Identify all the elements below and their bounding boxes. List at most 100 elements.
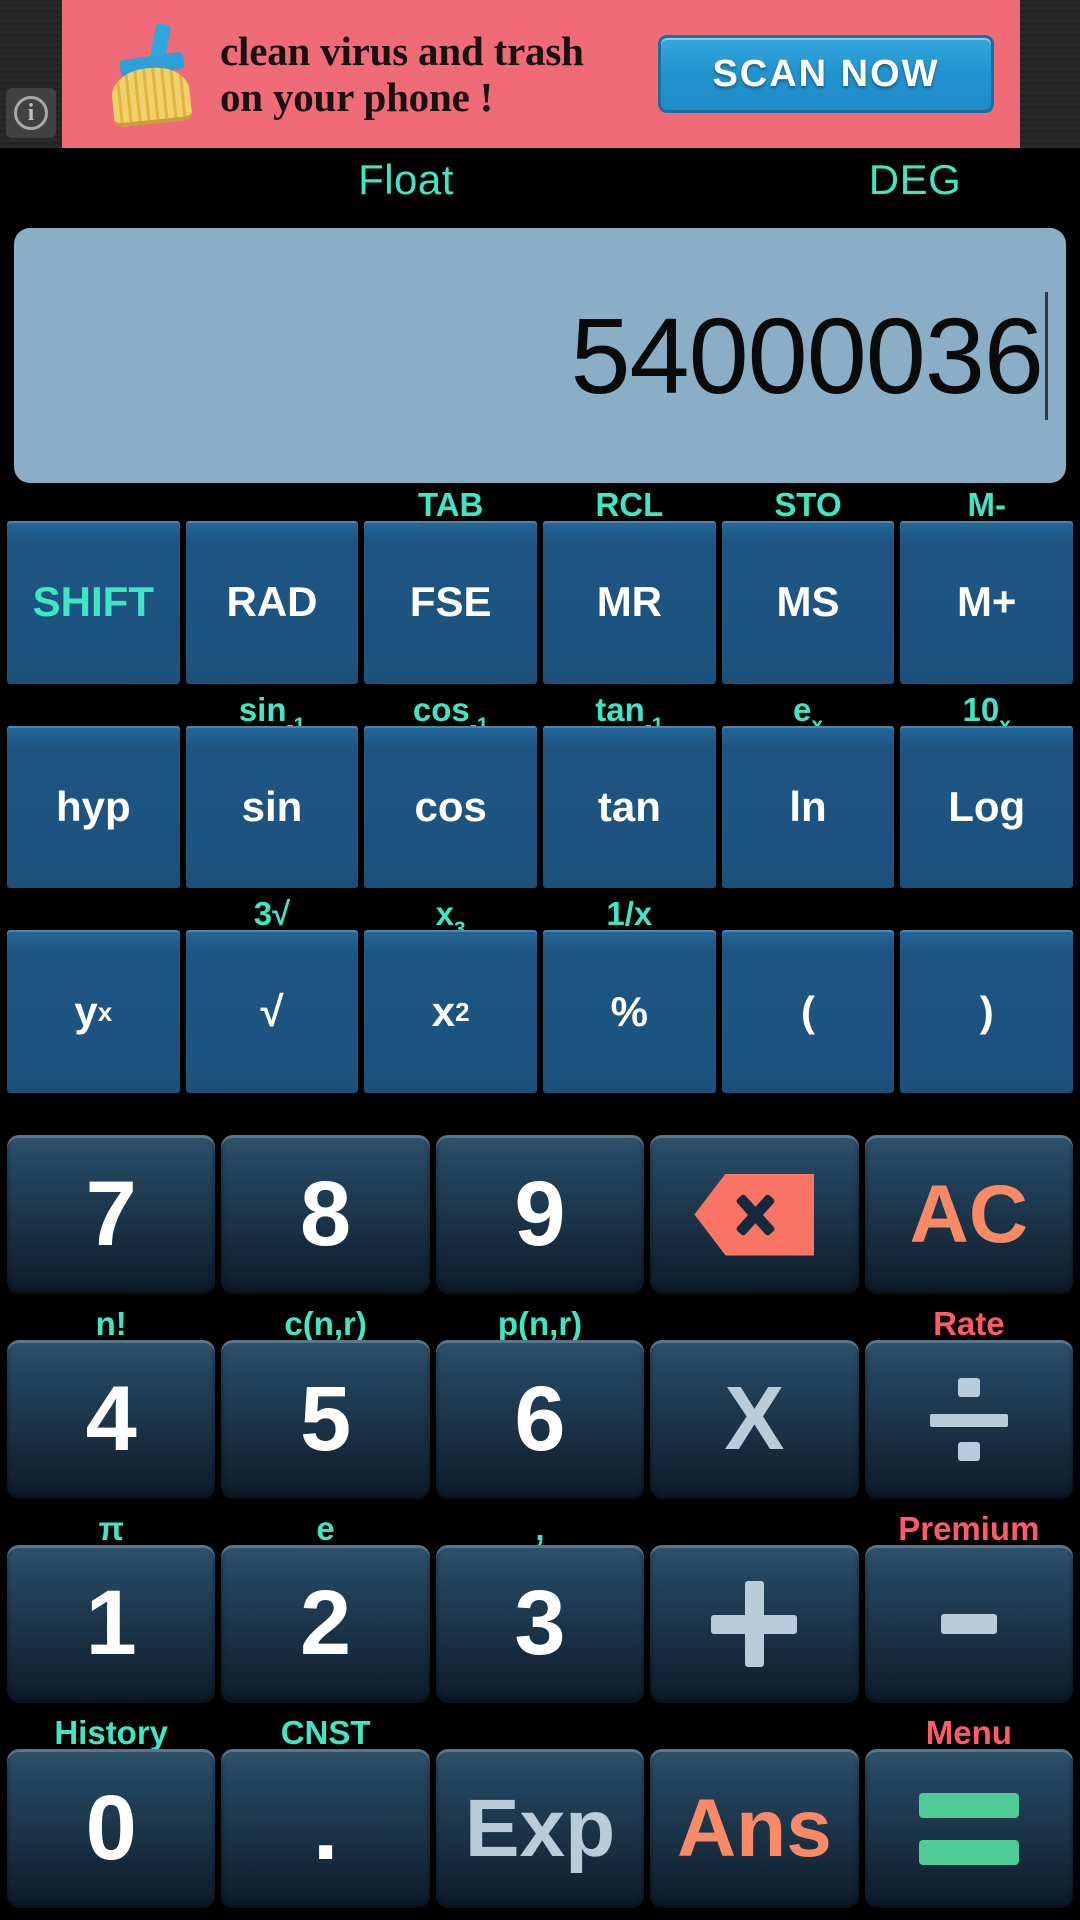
shift-label-empty bbox=[7, 688, 180, 726]
shift-label-percent: 1/x bbox=[606, 895, 653, 933]
shift-label-divide: Rate bbox=[933, 1304, 1005, 1342]
key-all-clear[interactable]: AC bbox=[864, 1135, 1074, 1294]
key-fse[interactable]: FSE bbox=[364, 521, 538, 684]
key-log[interactable]: Log bbox=[900, 725, 1074, 889]
key-ln[interactable]: ln bbox=[721, 725, 895, 889]
key-digit-9[interactable]: 9 bbox=[435, 1135, 645, 1294]
shift-label-tan: tan-1 bbox=[595, 690, 663, 736]
key-sin[interactable]: sin bbox=[185, 725, 359, 889]
key-cell-plus bbox=[647, 1507, 861, 1712]
shift-label-empty bbox=[900, 892, 1073, 930]
key-tan[interactable]: tan bbox=[543, 725, 716, 889]
key-digit-1[interactable]: 1 bbox=[7, 1544, 216, 1704]
shift-label-empty bbox=[865, 1097, 1073, 1135]
shift-label-empty bbox=[221, 1097, 429, 1135]
shift-label-digit-3: , bbox=[535, 1509, 545, 1547]
ad-headline-line1: clean virus and trash bbox=[220, 27, 584, 74]
key-cell-minus: Premium bbox=[862, 1507, 1076, 1712]
shift-label-decimal-point: CNST bbox=[280, 1714, 371, 1752]
ad-info-icon[interactable]: i bbox=[6, 88, 56, 138]
key-digit-7[interactable]: 7 bbox=[7, 1135, 216, 1294]
key-digit-0[interactable]: 0 bbox=[7, 1749, 216, 1909]
key-square-root[interactable]: √ bbox=[185, 930, 359, 1094]
shift-label-digit-5: c(n,r) bbox=[284, 1304, 367, 1342]
key-cell-digit-3: ,3 bbox=[433, 1507, 647, 1712]
key-decimal-point[interactable]: . bbox=[221, 1749, 430, 1909]
key-digit-3[interactable]: 3 bbox=[435, 1544, 645, 1704]
key-m-plus[interactable]: M+ bbox=[900, 521, 1074, 684]
key-cos[interactable]: cos bbox=[364, 725, 538, 889]
ad-banner[interactable]: clean virus and trash on your phone ! SC… bbox=[0, 0, 1080, 148]
key-cell-digit-9: 9 bbox=[433, 1097, 647, 1302]
shift-label-digit-1: π bbox=[98, 1509, 124, 1547]
shift-label-empty bbox=[650, 1302, 858, 1340]
key-backspace[interactable] bbox=[650, 1135, 859, 1294]
key-divide[interactable] bbox=[864, 1339, 1074, 1499]
key-cell-rad: RAD bbox=[183, 483, 362, 688]
shift-label-x-squared: x3 bbox=[435, 895, 466, 940]
shift-label-empty bbox=[436, 1711, 644, 1749]
key-cell-digit-8: 8 bbox=[218, 1097, 432, 1302]
key-cell-fse: TAB FSE bbox=[361, 483, 540, 688]
key-cell-all-clear: AC bbox=[862, 1097, 1076, 1302]
ad-content[interactable]: clean virus and trash on your phone ! SC… bbox=[62, 0, 1020, 148]
key-cell-cos: cos-1cos bbox=[361, 688, 540, 893]
key-plus[interactable] bbox=[650, 1544, 859, 1704]
key-cell-x-squared: x3x2 bbox=[361, 892, 540, 1097]
key-cell-digit-0: History 0 bbox=[4, 1711, 218, 1916]
key-cell-percent: 1/x% bbox=[540, 892, 719, 1097]
key-exponent[interactable]: Exp bbox=[435, 1749, 645, 1909]
shift-label-digit-4: n! bbox=[95, 1304, 127, 1342]
key-hyp[interactable]: hyp bbox=[7, 725, 180, 889]
ad-info-glyph: i bbox=[14, 96, 48, 130]
key-mr[interactable]: MR bbox=[543, 521, 716, 684]
key-close-paren[interactable]: ) bbox=[900, 930, 1074, 1094]
scan-now-button[interactable]: SCAN NOW bbox=[658, 35, 994, 113]
shift-label-empty bbox=[722, 892, 895, 930]
key-digit-8[interactable]: 8 bbox=[221, 1135, 430, 1294]
key-rad[interactable]: RAD bbox=[185, 521, 359, 684]
display-screen[interactable]: 54000036 bbox=[14, 228, 1066, 483]
shift-label-minus: Premium bbox=[898, 1509, 1040, 1547]
shift-label-sin: sin-1 bbox=[238, 690, 305, 736]
shift-label-empty bbox=[650, 1097, 858, 1135]
keypad: SHIFTRADTABFSERCLMRSTOMSM-M+hypsin-1sinc… bbox=[0, 483, 1080, 1920]
shift-label-empty bbox=[186, 483, 359, 521]
display-wrapper: 54000036 bbox=[0, 220, 1080, 483]
key-cell-log: 10xLog bbox=[897, 688, 1076, 893]
shift-label-fse: TAB bbox=[417, 486, 484, 523]
shift-label-empty bbox=[7, 483, 180, 521]
key-cell-digit-6: p(n,r) 6 bbox=[433, 1302, 647, 1507]
key-cell-equals: Menu bbox=[862, 1711, 1076, 1916]
key-multiply[interactable]: X bbox=[650, 1339, 859, 1499]
key-equals[interactable] bbox=[864, 1749, 1074, 1909]
key-y-to-x[interactable]: yx bbox=[7, 930, 180, 1094]
key-row: History 0 CNST. Exp Ans Menu bbox=[4, 1711, 1076, 1916]
calculator-app: clean virus and trash on your phone ! SC… bbox=[0, 0, 1080, 1920]
shift-label-digit-0: History bbox=[54, 1714, 169, 1752]
divide-icon bbox=[929, 1376, 1008, 1462]
key-digit-4[interactable]: 4 bbox=[7, 1339, 216, 1499]
shift-label-empty bbox=[650, 1507, 858, 1545]
key-cell-answer: Ans bbox=[647, 1711, 861, 1916]
key-shift[interactable]: SHIFT bbox=[7, 521, 180, 684]
key-digit-2[interactable]: 2 bbox=[221, 1544, 430, 1704]
shift-label-mr: RCL bbox=[595, 486, 664, 523]
key-digit-5[interactable]: 5 bbox=[221, 1339, 430, 1499]
key-cell-exponent: Exp bbox=[433, 1711, 647, 1916]
key-ms[interactable]: MS bbox=[721, 521, 895, 684]
key-cell-hyp: hyp bbox=[4, 688, 183, 893]
shift-label-digit-2: e bbox=[316, 1509, 335, 1547]
key-percent[interactable]: % bbox=[543, 930, 716, 1094]
key-answer[interactable]: Ans bbox=[650, 1749, 859, 1909]
key-cell-digit-7: 7 bbox=[4, 1097, 218, 1302]
key-digit-6[interactable]: 6 bbox=[435, 1339, 645, 1499]
shift-label-equals: Menu bbox=[925, 1714, 1012, 1752]
key-cell-ms: STO MS bbox=[719, 483, 898, 688]
key-minus[interactable] bbox=[864, 1544, 1074, 1704]
key-open-paren[interactable]: ( bbox=[721, 930, 895, 1094]
multiply-icon: X bbox=[724, 1369, 785, 1470]
minus-icon bbox=[940, 1613, 997, 1634]
key-x-squared[interactable]: x2 bbox=[364, 930, 538, 1094]
shift-label-empty bbox=[7, 892, 180, 930]
